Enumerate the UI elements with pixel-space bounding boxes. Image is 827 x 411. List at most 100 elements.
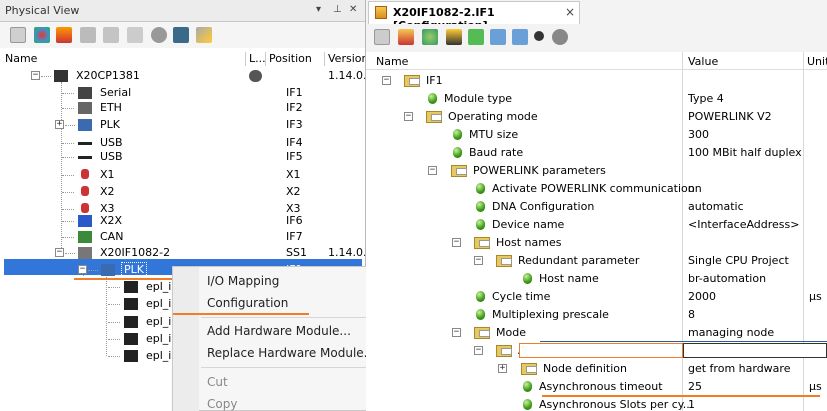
- collapse-toggle-icon[interactable]: −: [428, 166, 437, 175]
- tab-close-icon[interactable]: ×: [565, 5, 575, 19]
- tree-item-cpu[interactable]: − X20CP1381 1.14.0.: [0, 67, 366, 85]
- config-row-value[interactable]: 1: [688, 398, 695, 411]
- config-row[interactable]: Cycle time 2000 µs: [366, 288, 827, 306]
- col-position[interactable]: Position: [269, 52, 312, 68]
- warning-icon[interactable]: [446, 29, 462, 45]
- config-row-value[interactable]: Type 4: [688, 92, 724, 105]
- config-row[interactable]: − IF1: [366, 72, 827, 90]
- config-row[interactable]: Module type Type 4: [366, 90, 827, 108]
- config-row-value[interactable]: automatic: [688, 200, 744, 213]
- tab-configuration[interactable]: X20IF1082-2.IF1 [Configuration] ×: [368, 1, 580, 32]
- config-row[interactable]: Activate POWERLINK communication on: [366, 180, 827, 198]
- config-row[interactable]: Multiplexing prescale 8: [366, 306, 827, 324]
- config-row-value[interactable]: <InterfaceAddress>: [688, 218, 800, 231]
- config-row[interactable]: Host name br-automation: [366, 270, 827, 288]
- config-row[interactable]: Baud rate 100 MBit half duplex: [366, 144, 827, 162]
- module-icon[interactable]: [56, 27, 72, 43]
- paste-icon[interactable]: [103, 27, 119, 43]
- config-row-name: DNA Configuration: [492, 200, 595, 213]
- close-icon[interactable]: ✕: [349, 4, 357, 15]
- collapse-toggle-icon[interactable]: −: [404, 112, 413, 121]
- edit-icon[interactable]: [196, 27, 212, 43]
- config-row-value[interactable]: br-automation: [688, 272, 766, 285]
- menu-item-io-mapping[interactable]: I/O Mapping: [207, 274, 279, 288]
- menu-item-configuration[interactable]: Configuration: [207, 296, 288, 310]
- settings-icon[interactable]: [552, 29, 568, 45]
- epl-icon: [124, 333, 138, 345]
- config-row[interactable]: + Node definition get from hardware: [366, 360, 827, 378]
- tree-item[interactable]: ETH IF2: [0, 99, 365, 117]
- tree-item-version: 1.14.0.: [328, 69, 366, 82]
- hardware-icon[interactable]: [173, 27, 189, 43]
- tree-item[interactable]: − X20IF1082-2 SS1 1.14.0.: [0, 244, 365, 262]
- tree-item[interactable]: + PLK IF3: [0, 116, 365, 134]
- config-row[interactable]: − Mode managing node: [366, 324, 827, 342]
- add-icon[interactable]: [422, 29, 438, 45]
- config-row-value[interactable]: managing node: [688, 326, 774, 339]
- menu-item-replace-hardware-module[interactable]: Replace Hardware Module...: [207, 346, 375, 360]
- physical-view-toolbar: [0, 22, 365, 48]
- config-row[interactable]: DNA Configuration automatic: [366, 198, 827, 216]
- config-row-value[interactable]: get from hardware: [688, 362, 790, 375]
- properties-icon[interactable]: [374, 29, 390, 45]
- edit-box[interactable]: [519, 343, 683, 358]
- copy-icon[interactable]: [80, 27, 96, 43]
- config-row[interactable]: Device name <InterfaceAddress>: [366, 216, 827, 234]
- search-icon[interactable]: [151, 27, 167, 43]
- config-row-value[interactable]: 8: [688, 308, 695, 321]
- tree-item-label: X1: [100, 168, 115, 181]
- menu-item-add-hardware-module[interactable]: Add Hardware Module...: [207, 324, 351, 338]
- collapse-toggle-icon[interactable]: −: [55, 248, 64, 257]
- tree-line: [65, 253, 75, 254]
- dropdown-icon[interactable]: ▾: [316, 4, 321, 15]
- config-row-value[interactable]: 300: [688, 128, 709, 141]
- col-version[interactable]: Version: [328, 52, 365, 68]
- collapse-toggle-icon[interactable]: −: [31, 71, 40, 80]
- expand-toggle-icon[interactable]: +: [498, 364, 507, 373]
- parameter-icon: [476, 183, 485, 194]
- group-icon: [521, 363, 537, 375]
- config-row-value[interactable]: 2000: [688, 290, 716, 303]
- config-row-value[interactable]: 100 MBit half duplex: [688, 146, 802, 159]
- value-edit-box[interactable]: [683, 343, 827, 358]
- config-row[interactable]: MTU size 300: [366, 126, 827, 144]
- record-icon[interactable]: [534, 31, 544, 41]
- config-row-value[interactable]: 25: [688, 380, 702, 393]
- collapse-toggle-icon[interactable]: −: [452, 238, 461, 247]
- menu-item-copy[interactable]: Copy: [207, 397, 237, 411]
- expand-toggle-icon[interactable]: +: [55, 120, 64, 129]
- config-row-value[interactable]: on: [688, 182, 702, 195]
- module-icon[interactable]: [398, 29, 414, 45]
- config-row[interactable]: Asynchronous Slots per cy... 1: [366, 396, 827, 411]
- config-row[interactable]: Asynchronous timeout 25 µs: [366, 378, 827, 396]
- config-row[interactable]: − Redundant parameter Single CPU Project: [366, 252, 827, 270]
- sort-up-icon[interactable]: [512, 29, 528, 45]
- collapse-toggle-icon[interactable]: −: [78, 265, 87, 274]
- config-row[interactable]: − Operating mode POWERLINK V2: [366, 108, 827, 126]
- pin-icon[interactable]: ⊥: [333, 4, 342, 15]
- menu-item-cut[interactable]: Cut: [207, 375, 228, 389]
- col-l[interactable]: L...: [249, 52, 266, 68]
- config-row[interactable]: − POWERLINK parameters: [366, 162, 827, 180]
- col-unit[interactable]: Unit: [807, 55, 827, 68]
- col-name[interactable]: Name: [376, 55, 408, 68]
- sort-down-icon[interactable]: [490, 29, 506, 45]
- col-name[interactable]: Name: [5, 52, 37, 68]
- tree-item[interactable]: X2 X2: [0, 183, 365, 201]
- config-row[interactable]: − Host names: [366, 234, 827, 252]
- collapse-toggle-icon[interactable]: −: [474, 256, 483, 265]
- tree-item[interactable]: USB IF5: [0, 148, 365, 166]
- col-value[interactable]: Value: [688, 55, 718, 68]
- collapse-toggle-icon[interactable]: −: [382, 76, 391, 85]
- col-divider: [324, 52, 325, 66]
- config-row-value[interactable]: POWERLINK V2: [688, 110, 772, 123]
- usb-icon: [78, 156, 92, 159]
- color-icon[interactable]: [34, 27, 50, 43]
- config-row-value[interactable]: Single CPU Project: [688, 254, 789, 267]
- delete-icon[interactable]: [127, 27, 143, 43]
- properties-icon[interactable]: [10, 27, 26, 43]
- collapse-toggle-icon[interactable]: −: [452, 328, 461, 337]
- expand-icon[interactable]: [468, 29, 484, 45]
- collapse-toggle-icon[interactable]: −: [474, 346, 483, 355]
- tree-item[interactable]: X1 X1: [0, 166, 365, 184]
